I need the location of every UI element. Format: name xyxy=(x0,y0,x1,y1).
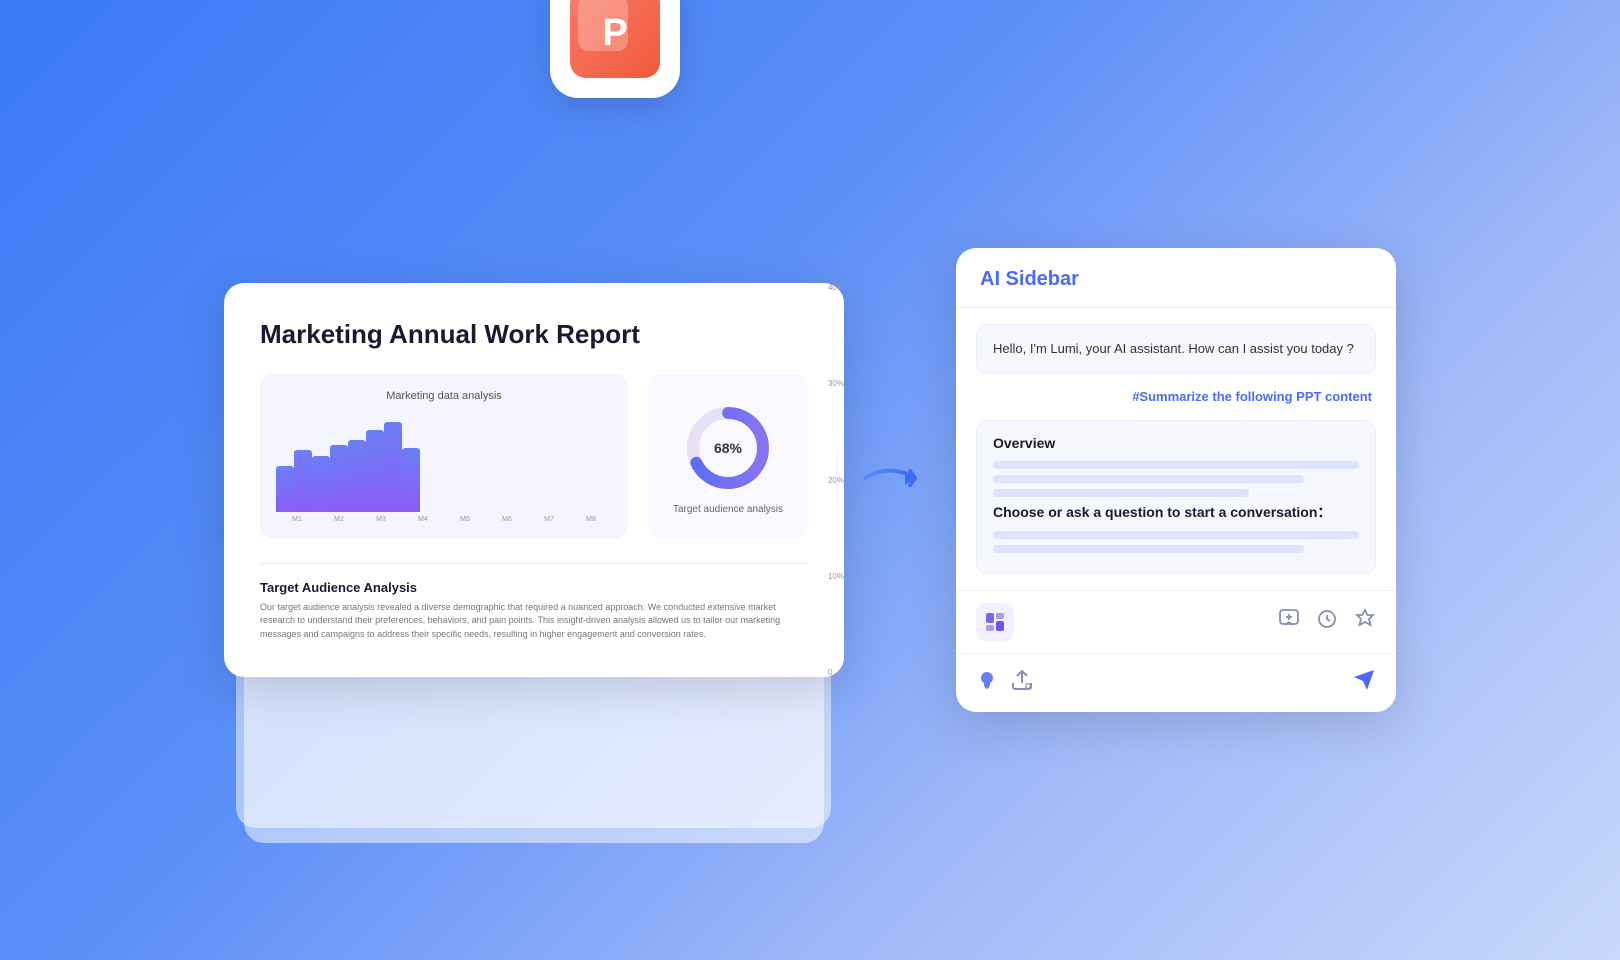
ai-sidebar: AI Sidebar Hello, I'm Lumi, your AI assi… xyxy=(956,248,1396,711)
skeleton-line-2 xyxy=(993,475,1304,483)
bar-x-label: M5 xyxy=(460,516,470,523)
bar-x-label: M3 xyxy=(376,516,386,523)
overview-card: Overview Choose or ask a question to sta… xyxy=(976,420,1376,574)
ai-greeting-bubble: Hello, I'm Lumi, your AI assistant. How … xyxy=(976,324,1376,374)
sidebar-toolbar xyxy=(956,590,1396,653)
donut-svg: 68% xyxy=(678,398,778,498)
audience-text: Our target audience analysis revealed a … xyxy=(260,601,808,642)
bar-x-labels: M1 M2 M3 M4 M5 M6 M7 M8 xyxy=(276,516,612,523)
ppt-inner: P xyxy=(570,0,660,78)
bar-chart-y-labels: 40% 30% 20% 10% 0 xyxy=(828,283,844,678)
bar-y-label: 20% xyxy=(828,476,844,485)
sidebar-header: AI Sidebar xyxy=(956,248,1396,308)
skeleton-line-3 xyxy=(993,489,1249,497)
input-left xyxy=(976,668,1034,698)
ppt-app-icon-wrapper: P xyxy=(550,0,680,98)
history-icon[interactable] xyxy=(1316,608,1338,635)
audience-section: Target Audience Analysis Our target audi… xyxy=(260,563,808,642)
bar-y-label: 30% xyxy=(828,379,844,388)
ai-greeting-text: Hello, I'm Lumi, your AI assistant. How … xyxy=(993,339,1359,359)
send-button[interactable] xyxy=(1352,668,1376,698)
bar-item xyxy=(294,450,312,511)
ppt-toolbar-icon xyxy=(984,611,1006,633)
sidebar-title: AI Sidebar xyxy=(980,268,1372,291)
bar-y-label: 40% xyxy=(828,283,844,292)
bar-y-label: 0 xyxy=(828,668,844,677)
lightbulb-icon[interactable] xyxy=(976,669,998,697)
app-icon-box[interactable] xyxy=(976,603,1014,641)
summarize-tag-row: #Summarize the following PPT content xyxy=(976,388,1376,406)
main-container: Marketing Annual Work Report Marketing d… xyxy=(160,248,1460,711)
question-prompt: Choose or ask a question to start a conv… xyxy=(993,503,1359,523)
bar-chart xyxy=(276,412,420,512)
donut-container: 68% Target audience analysis xyxy=(648,374,808,539)
bar-item xyxy=(312,456,330,512)
bar-x-label: M8 xyxy=(586,516,596,523)
bar-x-label: M6 xyxy=(502,516,512,523)
sidebar-content: Hello, I'm Lumi, your AI assistant. How … xyxy=(956,308,1396,589)
bar-x-label: M1 xyxy=(292,516,302,523)
skeleton-line-4 xyxy=(993,531,1359,539)
slide-card: Marketing Annual Work Report Marketing d… xyxy=(224,283,844,678)
donut-label: Target audience analysis xyxy=(673,504,783,515)
toolbar-left xyxy=(976,603,1014,641)
bar-x-label: M4 xyxy=(418,516,428,523)
bar-item xyxy=(330,445,348,511)
bar-item xyxy=(276,466,294,512)
attachment-icon[interactable] xyxy=(1010,668,1034,698)
charts-row: Marketing data analysis 40%30%20%10%0 M1… xyxy=(260,374,808,539)
arrow-container xyxy=(860,453,940,508)
bar-chart-title: Marketing data analysis xyxy=(276,390,612,402)
settings-icon[interactable] xyxy=(1354,608,1376,635)
bar-item xyxy=(348,440,366,512)
svg-text:68%: 68% xyxy=(714,440,743,456)
slide-title: Marketing Annual Work Report xyxy=(260,319,808,350)
bar-y-label: 10% xyxy=(828,572,844,581)
summarize-label: #Summarize the following PPT content xyxy=(1132,389,1372,404)
ppt-app-icon: P xyxy=(550,0,680,98)
ppt-letter: P xyxy=(602,12,627,55)
bar-item xyxy=(366,430,384,512)
audience-title: Target Audience Analysis xyxy=(260,580,808,595)
overview-title: Overview xyxy=(993,435,1359,451)
toolbar-right xyxy=(1278,608,1376,635)
add-chat-icon[interactable] xyxy=(1278,608,1300,635)
bar-x-label: M7 xyxy=(544,516,554,523)
skeleton-line-1 xyxy=(993,461,1359,469)
sidebar-input-bar xyxy=(956,653,1396,712)
bar-chart-container: Marketing data analysis 40%30%20%10%0 M1… xyxy=(260,374,628,539)
skeleton-line-5 xyxy=(993,545,1304,553)
bar-x-label: M2 xyxy=(334,516,344,523)
bar-item xyxy=(384,422,402,512)
direction-arrow xyxy=(860,453,940,503)
bar-item xyxy=(402,448,420,511)
